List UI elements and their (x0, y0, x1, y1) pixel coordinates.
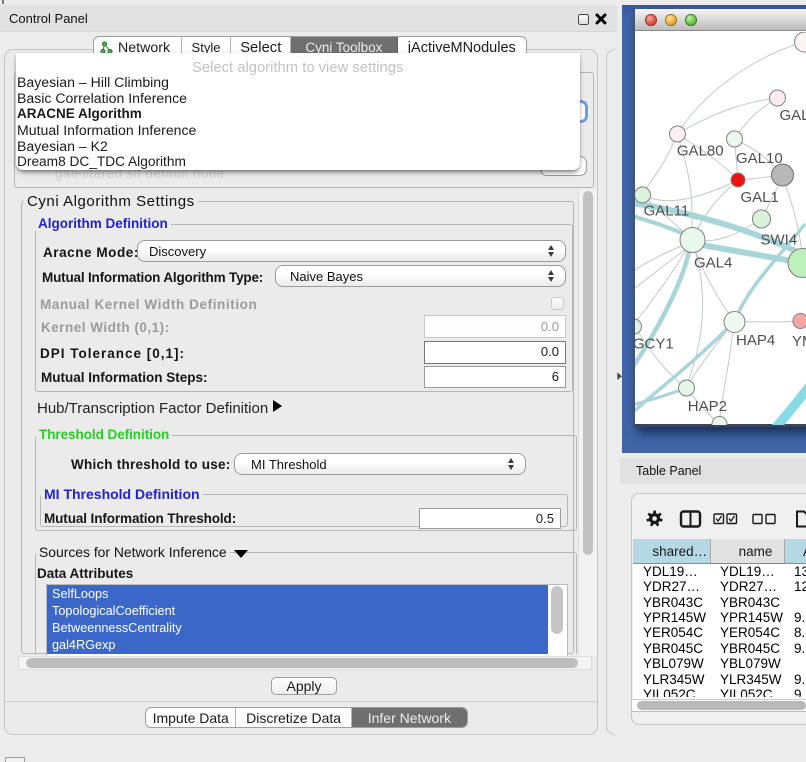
svg-text:YM: YM (792, 333, 806, 350)
svg-text:HAP4: HAP4 (736, 332, 775, 349)
svg-text:SWI4: SWI4 (761, 232, 798, 249)
svg-text:GAL4: GAL4 (694, 254, 732, 271)
svg-text:GCY1: GCY1 (635, 336, 674, 353)
svg-text:GAL7: GAL7 (780, 107, 806, 124)
svg-text:GAL11: GAL11 (644, 203, 690, 220)
svg-text:GAL10: GAL10 (736, 150, 783, 167)
svg-text:HAP2: HAP2 (688, 398, 727, 415)
svg-text:GAL1: GAL1 (741, 189, 779, 206)
svg-text:GAL80: GAL80 (677, 143, 724, 160)
